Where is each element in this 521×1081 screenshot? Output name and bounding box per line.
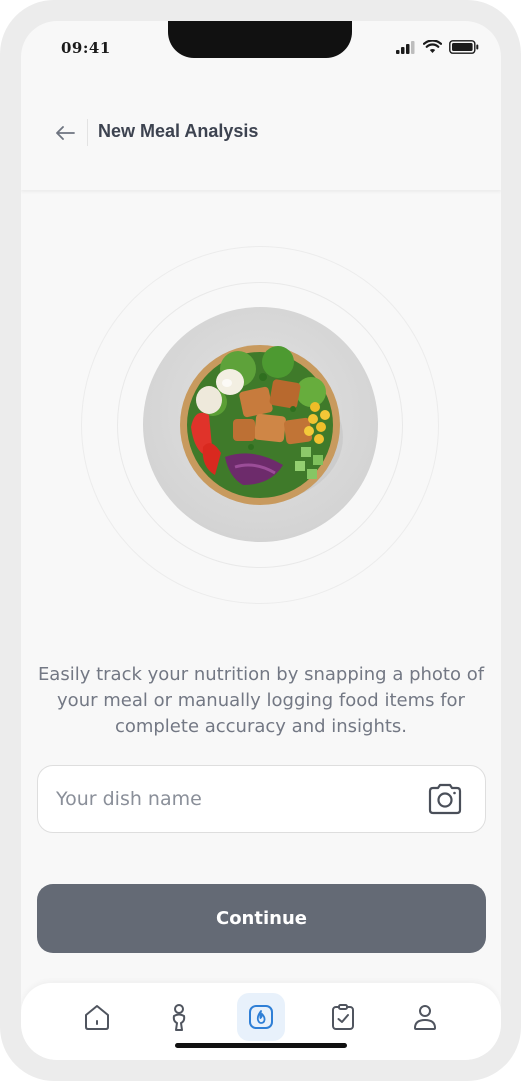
tab-profile[interactable] xyxy=(401,993,449,1041)
camera-button[interactable] xyxy=(427,783,463,815)
page-title: New Meal Analysis xyxy=(98,121,259,141)
tab-home[interactable] xyxy=(73,993,121,1041)
user-icon xyxy=(414,1005,436,1030)
clipboard-check-icon xyxy=(332,1004,354,1030)
dish-name-input[interactable] xyxy=(56,766,406,832)
camera-icon xyxy=(428,783,462,815)
body-icon xyxy=(172,1004,186,1031)
bottom-tab-bar xyxy=(21,983,501,1060)
cellular-signal-icon xyxy=(396,40,415,54)
tab-body[interactable] xyxy=(155,993,203,1041)
status-icons xyxy=(396,40,479,54)
continue-button[interactable]: Continue xyxy=(37,884,486,953)
flame-icon xyxy=(249,1005,273,1029)
app-screen: 09:41 New Meal Analysis Easily track you… xyxy=(21,21,501,1060)
back-button[interactable] xyxy=(51,119,79,147)
salad-bowl-image xyxy=(180,345,343,505)
intro-description: Easily track your nutrition by snapping … xyxy=(37,664,485,737)
top-app-bar: New Meal Analysis xyxy=(21,85,501,190)
meal-photo[interactable] xyxy=(143,307,378,542)
home-icon xyxy=(85,1005,109,1030)
tab-meal-analysis[interactable] xyxy=(237,993,285,1041)
header-divider xyxy=(87,119,88,146)
tab-tasks[interactable] xyxy=(319,993,367,1041)
wifi-icon xyxy=(423,40,442,53)
status-time: 09:41 xyxy=(61,39,111,57)
arrow-left-icon xyxy=(56,126,75,140)
home-indicator xyxy=(175,1043,347,1048)
battery-icon xyxy=(449,40,479,54)
dish-name-field[interactable] xyxy=(37,765,486,833)
device-notch xyxy=(168,21,352,58)
